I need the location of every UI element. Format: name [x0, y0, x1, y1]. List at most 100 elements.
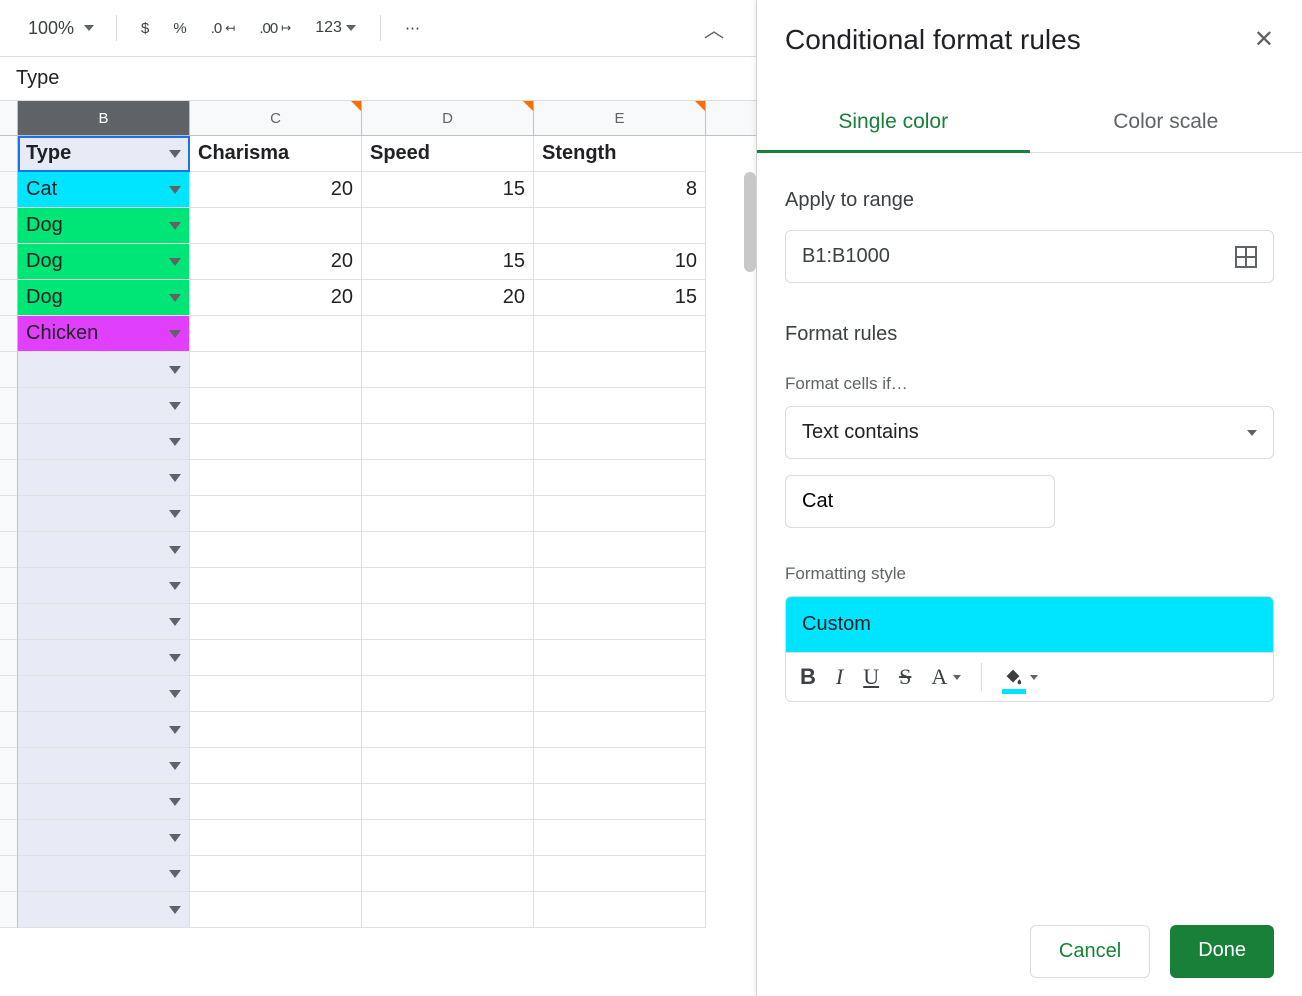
cell-e[interactable]: 8 [534, 172, 706, 208]
cell-d[interactable] [362, 568, 534, 604]
cell-e[interactable] [534, 784, 706, 820]
cell-b[interactable] [18, 640, 190, 676]
cell-c[interactable] [190, 712, 362, 748]
currency-button[interactable]: $ [131, 14, 159, 43]
fill-color-button[interactable] [1002, 666, 1038, 688]
bold-button[interactable]: B [800, 664, 816, 690]
cell-b[interactable] [18, 856, 190, 892]
cell-c[interactable] [190, 352, 362, 388]
dropdown-icon[interactable] [169, 258, 181, 266]
column-header-b[interactable]: B [18, 101, 190, 135]
condition-dropdown[interactable]: Text contains [785, 406, 1274, 459]
dropdown-icon[interactable] [169, 690, 181, 698]
cell-d[interactable] [362, 352, 534, 388]
cell-b[interactable]: Chicken [18, 316, 190, 352]
cell-d[interactable] [362, 820, 534, 856]
cell-d[interactable] [362, 604, 534, 640]
dropdown-icon[interactable] [169, 654, 181, 662]
cell-b[interactable] [18, 604, 190, 640]
column-header-c[interactable]: C [190, 101, 362, 135]
cell-d1[interactable]: Speed [362, 136, 534, 172]
cell-d[interactable] [362, 640, 534, 676]
dropdown-icon[interactable] [169, 474, 181, 482]
select-range-icon[interactable] [1235, 246, 1257, 268]
dropdown-icon[interactable] [169, 222, 181, 230]
cell-c[interactable] [190, 388, 362, 424]
dropdown-icon[interactable] [169, 726, 181, 734]
dropdown-icon[interactable] [169, 150, 181, 158]
cell-e[interactable] [534, 532, 706, 568]
cell-e[interactable] [534, 388, 706, 424]
cell-b[interactable] [18, 784, 190, 820]
cell-d[interactable] [362, 676, 534, 712]
dropdown-icon[interactable] [169, 582, 181, 590]
cell-b[interactable] [18, 712, 190, 748]
cell-e[interactable] [534, 856, 706, 892]
cell-c[interactable] [190, 460, 362, 496]
percent-button[interactable]: % [163, 14, 196, 43]
cell-b[interactable] [18, 532, 190, 568]
cell-b[interactable] [18, 748, 190, 784]
cell-e[interactable] [534, 424, 706, 460]
column-header-e[interactable]: E [534, 101, 706, 135]
cell-b1[interactable]: Type [18, 136, 190, 172]
dropdown-icon[interactable] [169, 438, 181, 446]
cell-d[interactable] [362, 532, 534, 568]
dropdown-icon[interactable] [169, 546, 181, 554]
cell-c[interactable] [190, 208, 362, 244]
vertical-scrollbar[interactable] [744, 172, 756, 272]
dropdown-icon[interactable] [169, 366, 181, 374]
text-color-button[interactable]: A [931, 664, 961, 690]
cell-b[interactable] [18, 892, 190, 928]
increase-decimal-button[interactable]: .00 ↦ [249, 14, 301, 43]
cell-c[interactable] [190, 532, 362, 568]
cell-d[interactable]: 20 [362, 280, 534, 316]
zoom-dropdown[interactable]: 100% [12, 12, 102, 45]
cell-b[interactable]: Dog [18, 280, 190, 316]
condition-text-input[interactable] [785, 475, 1055, 528]
cancel-button[interactable]: Cancel [1030, 925, 1150, 978]
cell-e[interactable] [534, 748, 706, 784]
dropdown-icon[interactable] [169, 798, 181, 806]
cell-e1[interactable]: Stength [534, 136, 706, 172]
dropdown-icon[interactable] [169, 510, 181, 518]
tab-single-color[interactable]: Single color [757, 94, 1030, 153]
cell-c[interactable]: 20 [190, 280, 362, 316]
cell-c[interactable] [190, 784, 362, 820]
cell-e[interactable] [534, 352, 706, 388]
dropdown-icon[interactable] [169, 834, 181, 842]
dropdown-icon[interactable] [169, 186, 181, 194]
cell-d[interactable] [362, 460, 534, 496]
cell-d[interactable]: 15 [362, 244, 534, 280]
done-button[interactable]: Done [1170, 925, 1274, 978]
range-input[interactable]: B1:B1000 [785, 230, 1274, 283]
dropdown-icon[interactable] [169, 906, 181, 914]
cell-c[interactable] [190, 820, 362, 856]
decrease-decimal-button[interactable]: .0 ↤ [201, 14, 246, 43]
cell-b[interactable] [18, 820, 190, 856]
cell-e[interactable] [534, 820, 706, 856]
cell-c[interactable]: 20 [190, 172, 362, 208]
cell-d[interactable] [362, 856, 534, 892]
dropdown-icon[interactable] [169, 618, 181, 626]
dropdown-icon[interactable] [169, 402, 181, 410]
cell-d[interactable]: 15 [362, 172, 534, 208]
close-icon[interactable]: ✕ [1254, 28, 1274, 52]
cell-c[interactable] [190, 424, 362, 460]
dropdown-icon[interactable] [169, 870, 181, 878]
cell-d[interactable] [362, 208, 534, 244]
dropdown-icon[interactable] [169, 330, 181, 338]
spreadsheet-grid[interactable]: Type Charisma Speed Stength Cat20158DogD… [0, 136, 756, 996]
cell-d[interactable] [362, 388, 534, 424]
cell-c[interactable] [190, 892, 362, 928]
formula-bar[interactable]: Type [0, 56, 756, 100]
cell-b[interactable] [18, 424, 190, 460]
cell-b[interactable] [18, 460, 190, 496]
column-header-d[interactable]: D [362, 101, 534, 135]
cell-c[interactable] [190, 568, 362, 604]
cell-d[interactable] [362, 424, 534, 460]
collapse-toolbar-button[interactable]: ︿ [684, 14, 744, 43]
number-format-dropdown[interactable]: 123 [305, 13, 366, 43]
cell-d[interactable] [362, 892, 534, 928]
cell-e[interactable] [534, 496, 706, 532]
